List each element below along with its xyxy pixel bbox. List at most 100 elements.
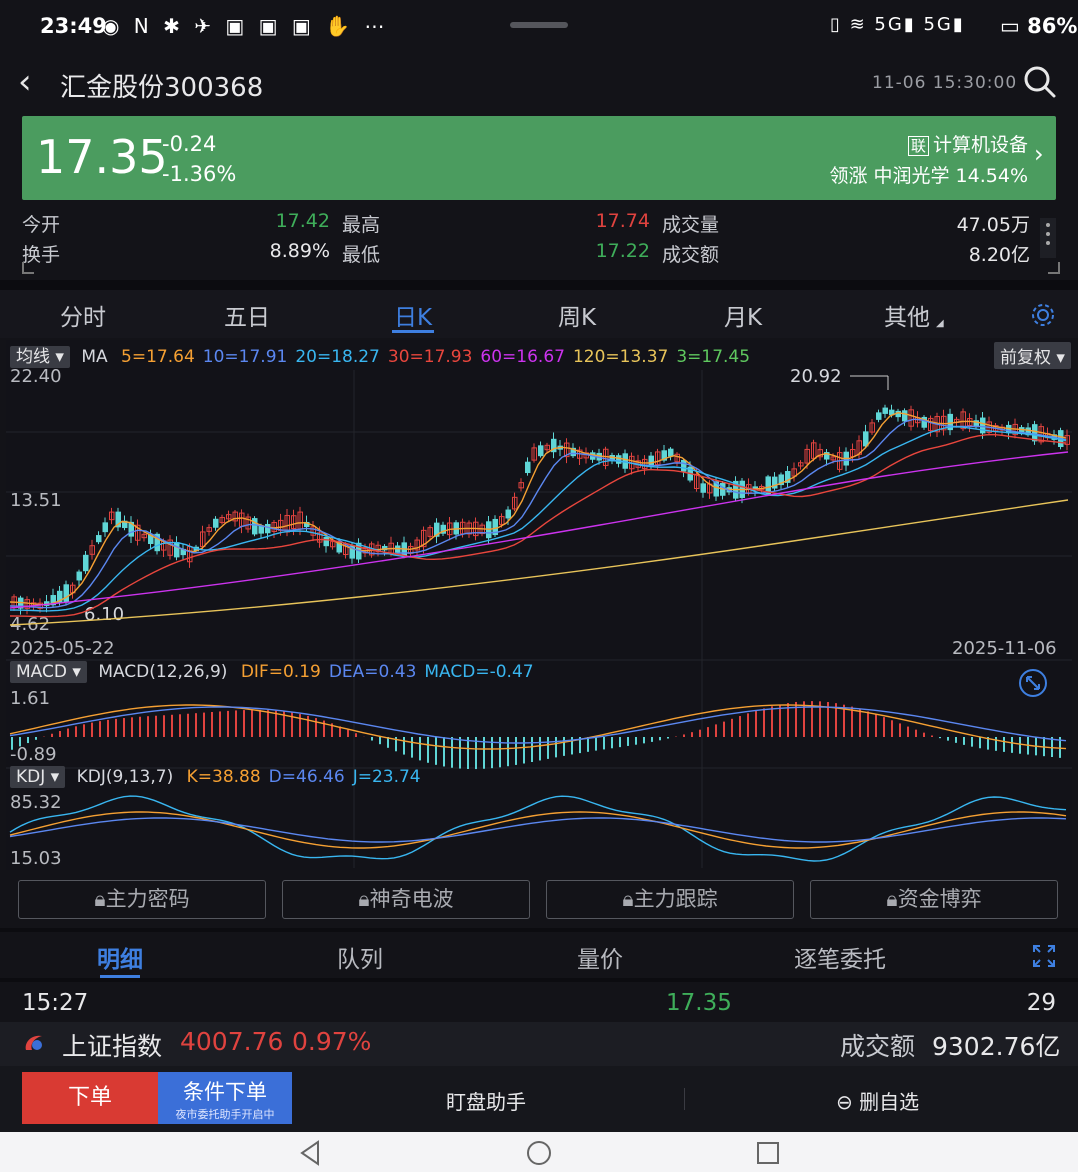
kdj-j-line xyxy=(9,795,1067,862)
candle-body xyxy=(213,518,219,528)
divider xyxy=(0,280,1078,290)
industry-name: 计算机设备 xyxy=(932,134,1028,156)
tab-volume-price[interactable]: 量价 xyxy=(530,940,670,974)
candle-body xyxy=(700,483,706,493)
current-price: 17.35 xyxy=(36,130,168,184)
candle-body xyxy=(681,459,687,472)
macd-dropdown[interactable]: MACD ▾ xyxy=(10,661,87,683)
nav-recents-icon[interactable] xyxy=(756,1141,780,1165)
ma60-line xyxy=(9,451,1069,609)
kdj-legend: KDJ ▾ KDJ(9,13,7) K=38.88 D=46.46 J=23.74 xyxy=(10,766,421,788)
candle-body xyxy=(505,509,511,519)
kdj-axis-bottom: 15.03 xyxy=(10,848,62,869)
industry-tag: 联 xyxy=(907,136,929,156)
candle-body xyxy=(1032,424,1038,442)
macd-axis-bottom: -0.89 xyxy=(10,744,57,765)
open-label: 今开 xyxy=(22,214,61,236)
signal-icon: ▯ ≋ 5G▮ 5G▮ xyxy=(830,14,965,35)
ma120-line xyxy=(9,499,1069,626)
macd-legend: MACD ▾ MACD(12,26,9) DIF=0.19 DEA=0.43 MAC… xyxy=(10,661,534,683)
candle-body xyxy=(258,525,264,534)
low-label: 最低 xyxy=(342,244,381,266)
candle-body xyxy=(102,522,108,533)
divider xyxy=(684,1088,685,1110)
gear-icon[interactable] xyxy=(1030,302,1056,328)
candle-body xyxy=(902,410,908,422)
candle-body xyxy=(882,407,888,414)
kdj-legend-item: J=23.74 xyxy=(352,767,421,787)
macd-legend-item: DEA=0.43 xyxy=(328,662,417,682)
candle-body xyxy=(96,535,102,543)
status-time: 23:49 xyxy=(40,14,107,38)
page-title: 汇金股份300368 xyxy=(60,73,264,103)
industry-leader: 领涨 中润光学 14.54% xyxy=(829,165,1028,187)
minus-circle-icon: ⊖ xyxy=(836,1090,853,1114)
index-pct: 0.97% xyxy=(292,1027,372,1056)
candle-body xyxy=(323,537,329,547)
kdj-legend-item: D=46.46 xyxy=(268,767,345,787)
notification-icons: ◉ N ✱ ✈ ▣ ▣ ▣ ✋ ⋯ xyxy=(102,14,389,38)
macd-legend-item: MACD=-0.47 xyxy=(424,662,534,682)
kdj-dropdown[interactable]: KDJ ▾ xyxy=(10,766,66,788)
nav-home-icon[interactable] xyxy=(526,1140,552,1166)
high-value: 17.74 xyxy=(595,210,650,232)
price-change: -0.24 -1.36% xyxy=(162,129,236,189)
more-icon[interactable] xyxy=(1040,218,1056,258)
macd-axis-top: 1.61 xyxy=(10,688,51,709)
candle-body xyxy=(863,431,869,447)
tab-intraday[interactable]: 分时 xyxy=(28,298,138,332)
open-value: 17.42 xyxy=(275,210,330,232)
candle-body xyxy=(648,455,654,467)
tab-weekly-k[interactable]: 周K xyxy=(522,298,632,332)
lock-button-wave[interactable]: 🔒︎神奇电波 xyxy=(282,880,530,919)
lock-button-capital[interactable]: 🔒︎资金博弈 xyxy=(810,880,1058,919)
index-amount: 9302.76亿 xyxy=(932,1032,1061,1061)
candle-body xyxy=(525,461,531,474)
macd-name: MACD(12,26,9) xyxy=(98,662,228,682)
tab-order-by-order[interactable]: 逐笔委托 xyxy=(770,940,910,974)
macd-dea-line xyxy=(9,706,1067,744)
conditional-order-button[interactable]: 条件下单 夜市委托助手开启中 xyxy=(158,1072,292,1124)
kdj-name: KDJ(9,13,7) xyxy=(76,767,174,787)
active-tab-indicator xyxy=(392,330,434,333)
candle-body xyxy=(76,571,82,581)
expand-corner-icon xyxy=(22,262,34,274)
index-value: 4007.76 xyxy=(180,1027,284,1056)
index-amount-label: 成交额 xyxy=(840,1032,916,1061)
expand-corner-icon xyxy=(1048,262,1060,274)
tab-five-day[interactable]: 五日 xyxy=(192,298,302,332)
kdj-legend-item: K=38.88 xyxy=(186,767,261,787)
lock-button-main-code[interactable]: 🔒︎主力密码 xyxy=(18,880,266,919)
tab-daily-k[interactable]: 日K xyxy=(358,298,468,332)
ma30-line xyxy=(9,433,1067,618)
fullscreen-icon[interactable] xyxy=(1018,668,1048,698)
volume-label: 成交量 xyxy=(662,214,720,236)
chevron-right-icon[interactable]: › xyxy=(1034,140,1044,168)
candle-body xyxy=(668,448,674,457)
industry-info[interactable]: 联计算机设备 领涨 中润光学 14.54% xyxy=(700,130,1028,191)
tick-price: 17.35 xyxy=(666,990,732,1016)
expand-icon[interactable] xyxy=(1032,944,1056,968)
macd-legend-item: DIF=0.19 xyxy=(240,662,321,682)
tab-monthly-k[interactable]: 月K xyxy=(688,298,798,332)
search-icon[interactable] xyxy=(1022,64,1058,100)
candle-body xyxy=(83,554,89,572)
status-bar: 23:49 ◉ N ✱ ✈ ▣ ▣ ▣ ✋ ⋯ ▯ ≋ 5G▮ 5G▮ ▭ 86… xyxy=(0,0,1078,56)
change-percent: -1.36% xyxy=(162,162,237,186)
tab-other[interactable]: 其他 xyxy=(852,298,962,332)
watch-assistant-button[interactable]: 盯盘助手 xyxy=(446,1086,526,1115)
tab-queue[interactable]: 队列 xyxy=(290,940,430,974)
tab-detail[interactable]: 明细 xyxy=(50,940,190,974)
back-icon[interactable]: ‹ xyxy=(18,62,32,102)
order-button[interactable]: 下单 xyxy=(22,1072,158,1124)
candle-body xyxy=(265,523,271,534)
tick-time: 15:27 xyxy=(22,990,89,1016)
volume-value: 47.05万 xyxy=(956,214,1030,236)
lock-button-tracking[interactable]: 🔒︎主力跟踪 xyxy=(546,880,794,919)
kdj-axis-top: 85.32 xyxy=(10,792,62,813)
amount-value: 8.20亿 xyxy=(968,244,1030,266)
nav-back-icon[interactable] xyxy=(298,1140,322,1166)
tick-volume: 29 xyxy=(1026,990,1056,1016)
remove-watchlist-button[interactable]: ⊖ 删自选 xyxy=(836,1086,919,1115)
drag-handle xyxy=(510,22,568,28)
